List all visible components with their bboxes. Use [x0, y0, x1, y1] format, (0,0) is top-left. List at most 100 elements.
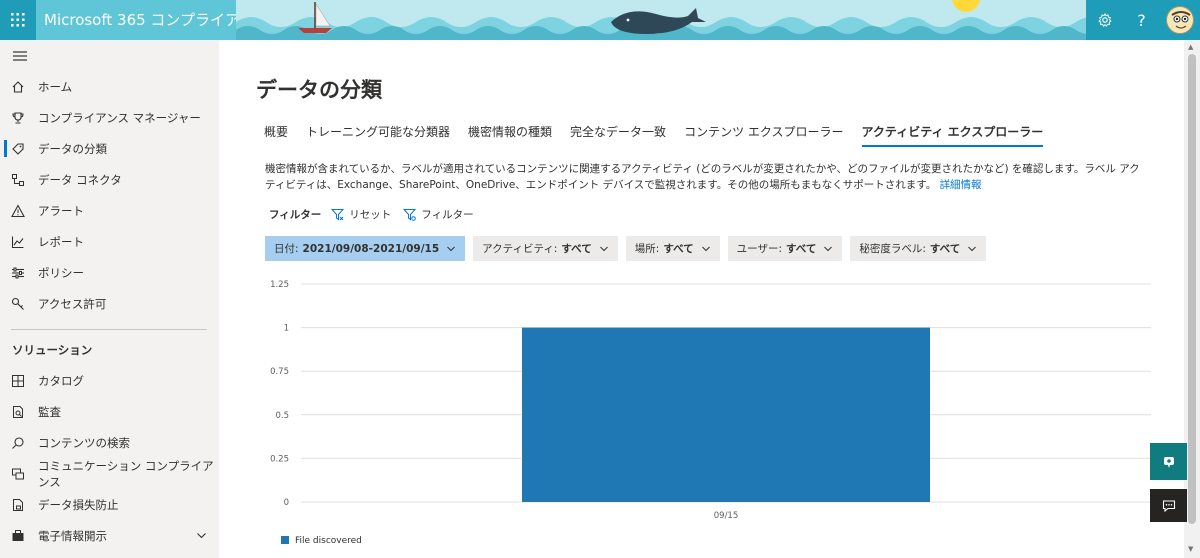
y-tick-label: 0.75 — [270, 367, 289, 377]
sidebar-item-audit[interactable]: 監査 — [0, 396, 219, 427]
scroll-thumb[interactable] — [1188, 54, 1196, 524]
sidebar-item-catalog[interactable]: カタログ — [0, 365, 219, 396]
learn-more-link[interactable]: 詳細情報 — [940, 179, 982, 191]
page-scrollbar[interactable]: ▲ ▼ — [1184, 40, 1200, 558]
assistant-icon — [1163, 456, 1174, 468]
pill-value: すべて — [663, 243, 694, 255]
filter-action-label: フィルター — [421, 209, 474, 221]
sliders-icon — [11, 266, 25, 280]
pill-name: アクティビティ: — [482, 243, 558, 255]
sidebar-item-label: コンプライアンス マネージャー — [38, 110, 201, 125]
sidebar-item-label: コミュニケーション コンプライアンス — [38, 458, 214, 489]
feedback-icon — [1162, 499, 1175, 512]
y-tick-label: 0 — [284, 498, 289, 508]
sidebar-item-label: データ損失防止 — [38, 497, 119, 512]
gear-icon — [1097, 13, 1112, 27]
chevron-down-icon — [824, 246, 833, 251]
location-filter-dropdown[interactable]: 場所: すべて — [625, 236, 720, 261]
sidebar-item-content-search[interactable]: コンテンツの検索 — [0, 427, 219, 458]
sidebar-item-label: データの分類 — [38, 141, 107, 156]
chart-icon — [11, 235, 25, 249]
y-tick-label: 0.25 — [270, 454, 289, 464]
sidebar-item-home[interactable]: ホーム — [0, 71, 219, 102]
main-content: データの分類 概要 トレーニング可能な分類器 機密情報の種類 完全なデータ一致 … — [219, 40, 1184, 558]
sidebar-item-dlp[interactable]: データ損失防止 — [0, 489, 219, 520]
avatar — [1166, 6, 1194, 34]
user-filter-dropdown[interactable]: ユーザー: すべて — [727, 236, 843, 261]
tab-exact-data-match[interactable]: 完全なデータ一致 — [570, 123, 666, 147]
filter-button[interactable]: フィルター — [403, 207, 474, 222]
tab-trainable-classifiers[interactable]: トレーニング可能な分類器 — [306, 123, 450, 147]
reset-filter-button[interactable]: リセット — [331, 207, 391, 222]
y-tick-label: 1.25 — [270, 280, 289, 290]
legend-label: File discovered — [295, 536, 362, 546]
help-assistant-button[interactable] — [1150, 443, 1187, 480]
tab-bar: 概要 トレーニング可能な分類器 機密情報の種類 完全なデータ一致 コンテンツ エ… — [264, 123, 1061, 147]
help-button[interactable]: ? — [1123, 0, 1160, 40]
pill-name: ユーザー: — [736, 243, 782, 255]
dlp-icon — [11, 498, 25, 512]
sidebar-item-permissions[interactable]: アクセス許可 — [0, 288, 219, 319]
scroll-up-arrow-icon[interactable]: ▲ — [1188, 43, 1193, 51]
sensitivity-label-filter-dropdown[interactable]: 秘密度ラベル: すべて — [850, 236, 987, 261]
sidebar-item-label: 電子情報開示 — [38, 528, 107, 543]
sidebar-item-ediscovery[interactable]: 電子情報開示 — [0, 520, 219, 551]
sidebar-item-label: 監査 — [38, 404, 61, 419]
help-icon: ? — [1137, 10, 1146, 30]
tab-activity-explorer[interactable]: アクティビティ エクスプローラー — [861, 123, 1043, 147]
tab-overview[interactable]: 概要 — [264, 123, 288, 147]
date-filter-dropdown[interactable]: 日付: 2021/09/08-2021/09/15 — [265, 236, 466, 261]
description-text: 機密情報が含まれているか、ラベルが適用されているコンテンツに関連するアクティビテ… — [265, 163, 1140, 191]
sidebar-item-reports[interactable]: レポート — [0, 226, 219, 257]
activity-chart: 0 0.25 0.5 0.75 1 1.25 09/15 File discovered — [270, 280, 1151, 546]
trophy-icon — [11, 111, 25, 125]
home-icon — [11, 80, 25, 94]
sidebar-item-label: ポリシー — [38, 265, 84, 280]
pill-name: 秘密度ラベル: — [859, 243, 926, 255]
waffle-icon — [11, 13, 25, 27]
left-navigation: ホーム コンプライアンス マネージャー データの分類 データ コネクタ アラート… — [0, 40, 219, 558]
sidebar-item-label: コンテンツの検索 — [38, 435, 130, 450]
sidebar-item-policies[interactable]: ポリシー — [0, 257, 219, 288]
y-tick-label: 0.5 — [275, 411, 289, 421]
audit-icon — [11, 405, 25, 419]
sidebar-item-data-classification[interactable]: データの分類 — [0, 133, 219, 164]
tab-content-explorer[interactable]: コンテンツ エクスプローラー — [684, 123, 843, 147]
sidebar-item-label: データ コネクタ — [38, 172, 122, 187]
sidebar-item-data-connectors[interactable]: データ コネクタ — [0, 164, 219, 195]
app-launcher-button[interactable] — [0, 0, 36, 40]
page-description: 機密情報が含まれているか、ラベルが適用されているコンテンツに関連するアクティビテ… — [265, 161, 1145, 193]
bar — [522, 327, 930, 502]
reset-label: リセット — [349, 209, 392, 221]
sidebar-item-alerts[interactable]: アラート — [0, 195, 219, 226]
sidebar-divider — [11, 329, 207, 330]
x-tick-label: 09/15 — [714, 511, 739, 521]
pill-value: すべて — [929, 243, 961, 255]
feedback-button[interactable] — [1150, 489, 1187, 522]
sidebar-item-label: カタログ — [38, 373, 84, 388]
communication-icon — [11, 467, 25, 481]
sidebar-item-communication-compliance[interactable]: コミュニケーション コンプライアンス — [0, 458, 219, 489]
scroll-down-arrow-icon[interactable]: ▼ — [1188, 545, 1193, 553]
sidebar-section-heading: ソリューション — [12, 343, 93, 357]
header-theme-illustration — [236, 0, 1088, 40]
tab-sensitive-info-types[interactable]: 機密情報の種類 — [468, 123, 552, 147]
sidebar-item-compliance-manager[interactable]: コンプライアンス マネージャー — [0, 102, 219, 133]
chevron-down-icon — [599, 246, 608, 251]
filter-heading: フィルター — [269, 209, 322, 221]
account-avatar-button[interactable] — [1160, 0, 1200, 40]
hamburger-menu-icon[interactable] — [12, 48, 28, 64]
chevron-down-icon[interactable] — [196, 530, 207, 541]
search-icon — [11, 436, 25, 450]
warning-icon — [11, 203, 25, 218]
activity-filter-dropdown[interactable]: アクティビティ: すべて — [473, 236, 618, 261]
sidebar-item-label: アラート — [38, 203, 84, 218]
sidebar-item-label: レポート — [38, 234, 84, 249]
pill-value: すべて — [561, 243, 592, 255]
top-header: Microsoft 365 コンプライアンス ? — [0, 0, 1200, 40]
chevron-down-icon — [447, 246, 455, 251]
settings-button[interactable] — [1086, 0, 1123, 40]
tag-icon — [11, 142, 25, 156]
sidebar-item-label: ホーム — [38, 79, 73, 94]
pill-value: 2021/09/08-2021/09/15 — [302, 242, 440, 255]
